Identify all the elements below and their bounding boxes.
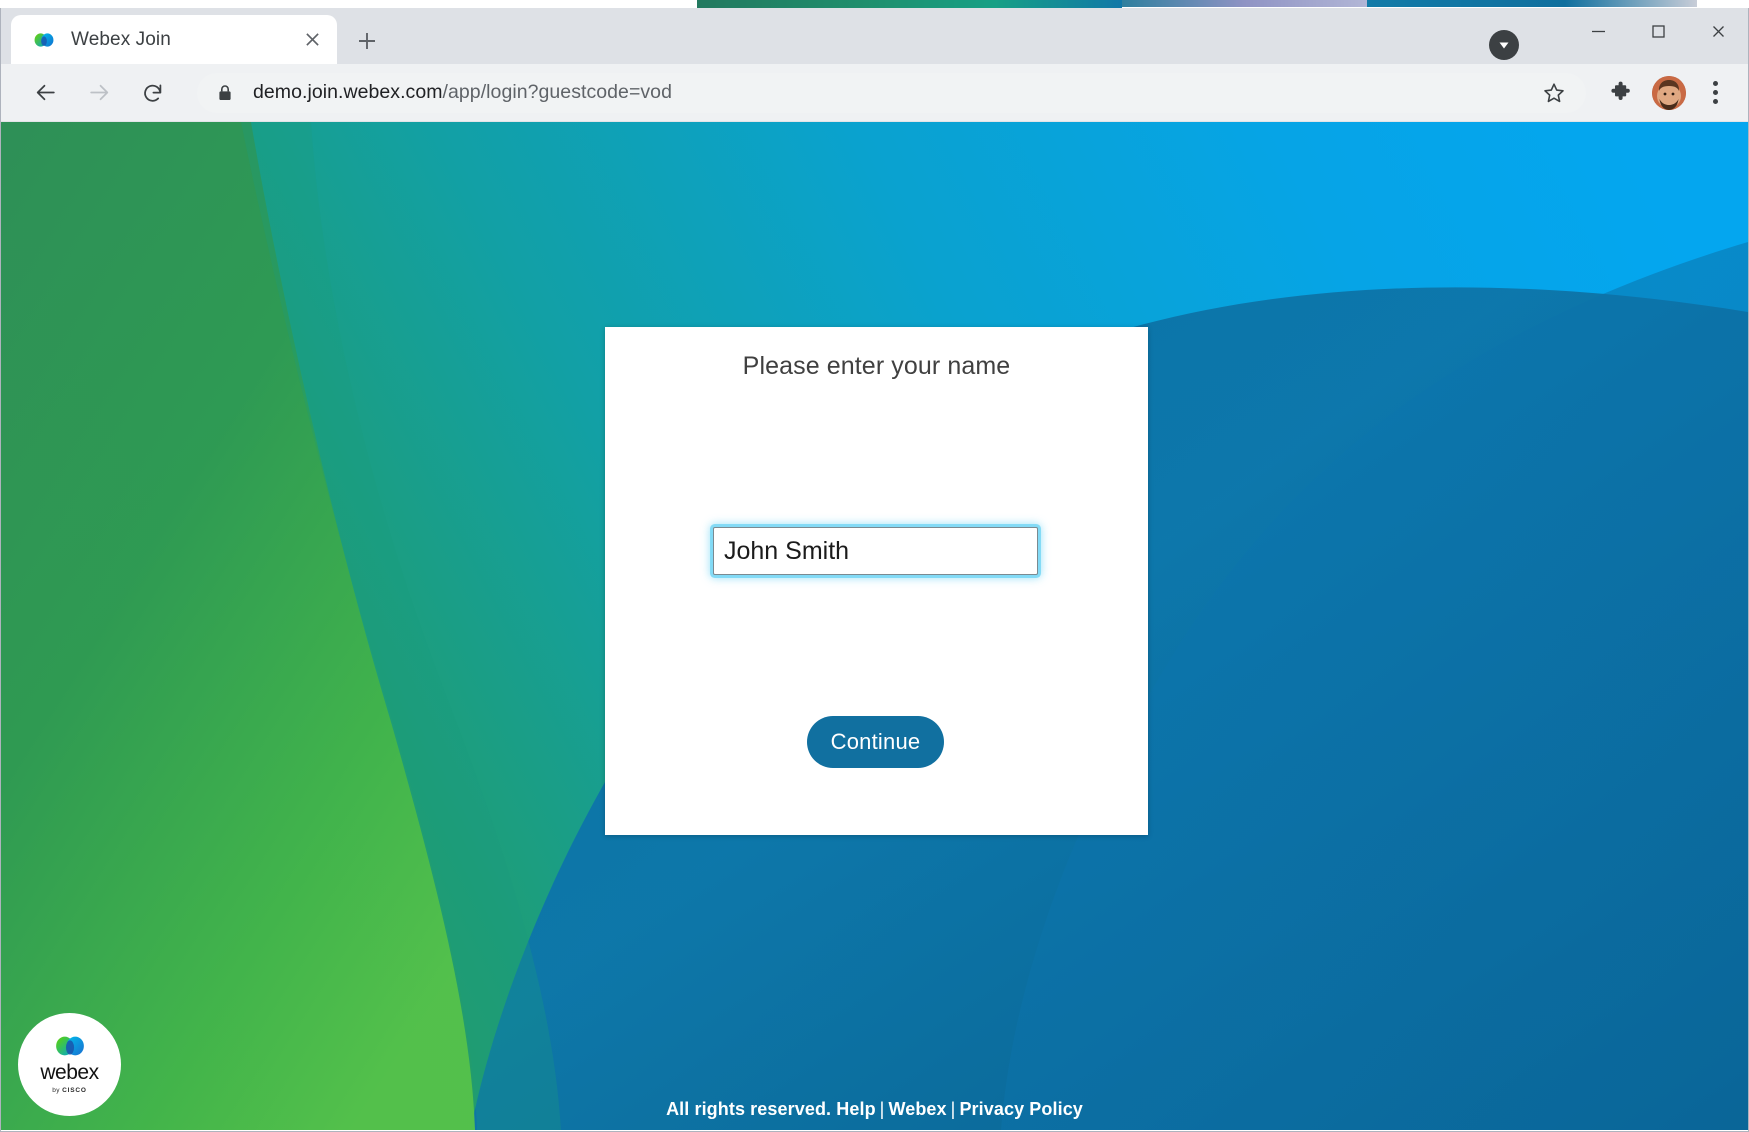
name-field-wrapper xyxy=(713,527,1038,575)
footer-link-webex[interactable]: Webex xyxy=(888,1099,946,1119)
chrome-window-frame: Webex Join demo.join.webex.com/app/login… xyxy=(0,8,1749,1132)
browser-window: Webex Join demo.join.webex.com/app/login… xyxy=(0,0,1749,1132)
background-window-sliver xyxy=(0,0,1749,8)
reload-button[interactable] xyxy=(131,71,175,115)
tab-strip: Webex Join xyxy=(1,8,1748,64)
footer-link-privacy-policy[interactable]: Privacy Policy xyxy=(959,1099,1082,1119)
tagline-prefix: by xyxy=(52,1087,63,1094)
cisco-tagline: by CISCO xyxy=(52,1087,86,1094)
name-input[interactable] xyxy=(713,527,1038,575)
puzzle-piece-icon[interactable] xyxy=(1600,72,1642,114)
arrow-right-icon xyxy=(89,84,108,101)
footer-separator: | xyxy=(950,1099,956,1119)
browser-toolbar: demo.join.webex.com/app/login?guestcode=… xyxy=(1,64,1748,122)
footer-separator: | xyxy=(879,1099,885,1119)
background-window-strip xyxy=(697,0,1122,8)
webex-logo-icon xyxy=(34,32,54,47)
page-title: Please enter your name xyxy=(742,352,1011,380)
footer-link-help[interactable]: Help xyxy=(836,1099,875,1119)
url-text: demo.join.webex.com/app/login?guestcode=… xyxy=(253,81,672,104)
three-dot-menu-icon[interactable] xyxy=(1696,73,1734,113)
reload-icon xyxy=(144,84,162,102)
page-viewport: Please enter your name Continue xyxy=(1,122,1748,1130)
plus-icon xyxy=(359,33,375,49)
webex-wordmark: webex xyxy=(40,1061,99,1084)
forward-button[interactable] xyxy=(77,71,121,115)
tagline-brand: CISCO xyxy=(62,1087,87,1094)
footer-copyright: All rights reserved. xyxy=(666,1099,832,1119)
profile-avatar[interactable] xyxy=(1652,75,1686,110)
login-card: Please enter your name Continue xyxy=(605,327,1148,835)
menu-dot xyxy=(1712,99,1718,104)
window-close-icon[interactable] xyxy=(1688,8,1748,54)
download-arrow-icon[interactable] xyxy=(1489,30,1519,60)
browser-tab[interactable]: Webex Join xyxy=(11,15,337,64)
minimize-icon[interactable] xyxy=(1568,8,1628,54)
url-host: demo.join.webex.com xyxy=(253,81,443,103)
url-path: /app/login?guestcode=vod xyxy=(442,81,672,103)
back-button[interactable] xyxy=(23,71,67,115)
menu-dot xyxy=(1712,81,1718,86)
background-window-strip-right xyxy=(1367,0,1697,7)
new-tab-button[interactable] xyxy=(351,25,383,57)
webex-logo-icon xyxy=(55,1036,84,1056)
close-icon[interactable] xyxy=(299,27,325,53)
arrow-left-icon xyxy=(36,84,55,101)
tab-title: Webex Join xyxy=(71,28,171,50)
star-icon[interactable] xyxy=(1536,75,1572,111)
address-bar[interactable]: demo.join.webex.com/app/login?guestcode=… xyxy=(197,72,1586,113)
background-window-strip-mid xyxy=(1122,0,1367,7)
window-controls xyxy=(1568,8,1748,54)
maximize-icon[interactable] xyxy=(1628,8,1688,54)
page-footer: All rights reserved. Help | Webex | Privacy … xyxy=(1,1099,1748,1120)
menu-dot xyxy=(1712,90,1718,95)
lock-icon xyxy=(217,84,233,102)
continue-button[interactable]: Continue xyxy=(807,716,944,768)
